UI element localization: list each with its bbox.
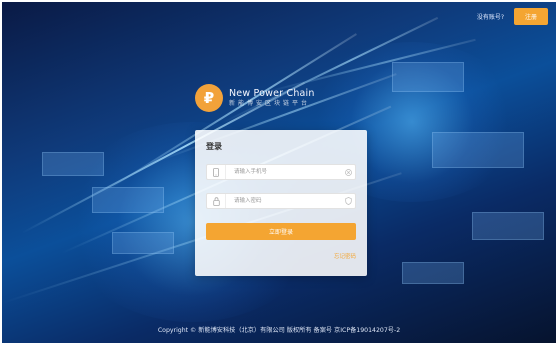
brand-name-en: New Power Chain xyxy=(229,87,315,99)
footer-copyright: Copyright © 新能博安科技（北京）有限公司 版权所有 备案号 京ICP… xyxy=(157,327,401,334)
phone-field[interactable] xyxy=(206,164,356,180)
shield-icon xyxy=(341,197,355,205)
login-title: 登录 xyxy=(206,142,222,151)
password-input[interactable] xyxy=(226,194,341,208)
login-button[interactable]: 立即登录 xyxy=(206,223,356,240)
brand: ₽ New Power Chain 新能博安区块链平台 xyxy=(195,84,315,112)
brand-text: New Power Chain 新能博安区块链平台 xyxy=(229,89,315,108)
phone-icon xyxy=(207,165,226,179)
brand-name-cn: 新能博安区块链平台 xyxy=(229,100,311,108)
lock-icon xyxy=(207,194,226,208)
header-actions: 没有账号? 注册 xyxy=(477,8,548,25)
register-button[interactable]: 注册 xyxy=(514,8,548,25)
no-account-text: 没有账号? xyxy=(476,14,504,21)
phone-input[interactable] xyxy=(226,165,341,179)
login-card: 登录 立即登录 忘记密码 xyxy=(195,130,367,276)
clear-icon[interactable] xyxy=(341,168,355,176)
forgot-password-link[interactable]: 忘记密码 xyxy=(334,252,356,260)
password-field[interactable] xyxy=(206,193,356,209)
power-chain-logo-icon: ₽ xyxy=(195,84,223,112)
login-page: 没有账号? 注册 ₽ New Power Chain 新能博安区块链平台 登录 xyxy=(2,2,556,343)
